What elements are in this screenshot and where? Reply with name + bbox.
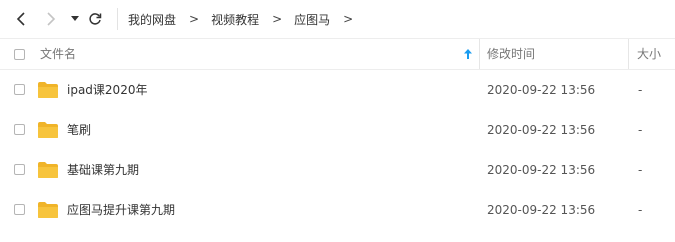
file-modified: 2020-09-22 13:56 (487, 163, 596, 177)
forward-button[interactable] (42, 9, 60, 29)
breadcrumb-item-video-tutorials[interactable]: 视频教程 (211, 11, 259, 28)
file-size: - (638, 163, 643, 177)
history-dropdown-button[interactable] (66, 9, 84, 29)
breadcrumb: 我的网盘 > 视频教程 > 应图马 > (128, 0, 365, 38)
breadcrumb-item-my-drive[interactable]: 我的网盘 (128, 11, 176, 28)
folder-icon (38, 202, 58, 218)
file-size: - (638, 203, 643, 217)
folder-icon (38, 122, 58, 138)
file-modified: 2020-09-22 13:56 (487, 203, 596, 217)
column-divider[interactable] (628, 39, 629, 69)
refresh-button[interactable] (86, 9, 104, 29)
back-button[interactable] (12, 9, 30, 29)
file-row[interactable]: 应图马提升课第九期 2020-09-22 13:56 - (0, 190, 675, 230)
file-size: - (638, 83, 643, 97)
breadcrumb-separator: > (272, 12, 283, 26)
column-header-size[interactable]: 大小 (637, 39, 661, 69)
column-divider[interactable] (479, 39, 480, 69)
file-name[interactable]: 基础课第九期 (67, 150, 139, 190)
row-checkbox[interactable] (14, 124, 25, 135)
chevron-right-icon (47, 12, 56, 26)
row-checkbox[interactable] (14, 204, 25, 215)
breadcrumb-dropdown[interactable]: > (343, 12, 353, 26)
folder-icon (38, 82, 58, 98)
column-header-name[interactable]: 文件名 (40, 39, 76, 69)
file-modified: 2020-09-22 13:56 (487, 123, 596, 137)
breadcrumb-item-current-folder[interactable]: 应图马 (294, 11, 330, 28)
file-name[interactable]: ipad课2020年 (67, 70, 147, 110)
sort-ascending-icon[interactable] (463, 48, 473, 60)
file-row[interactable]: 基础课第九期 2020-09-22 13:56 - (0, 150, 675, 190)
file-modified: 2020-09-22 13:56 (487, 83, 596, 97)
file-name[interactable]: 应图马提升课第九期 (67, 190, 175, 230)
file-row[interactable]: 笔刷 2020-09-22 13:56 - (0, 110, 675, 150)
row-checkbox[interactable] (14, 164, 25, 175)
chevron-left-icon (16, 12, 25, 26)
row-checkbox[interactable] (14, 84, 25, 95)
refresh-icon (89, 13, 102, 25)
select-all-checkbox[interactable] (14, 49, 25, 60)
folder-icon (38, 162, 58, 178)
toolbar: 我的网盘 > 视频教程 > 应图马 > (0, 0, 675, 38)
breadcrumb-separator: > (189, 12, 200, 26)
file-row[interactable]: ipad课2020年 2020-09-22 13:56 - (0, 70, 675, 110)
toolbar-divider (117, 8, 118, 30)
caret-down-icon (71, 16, 79, 21)
file-name[interactable]: 笔刷 (67, 110, 91, 150)
file-list-header: 文件名 修改时间 大小 (0, 38, 675, 70)
column-header-modified[interactable]: 修改时间 (487, 39, 535, 69)
file-size: - (638, 123, 643, 137)
